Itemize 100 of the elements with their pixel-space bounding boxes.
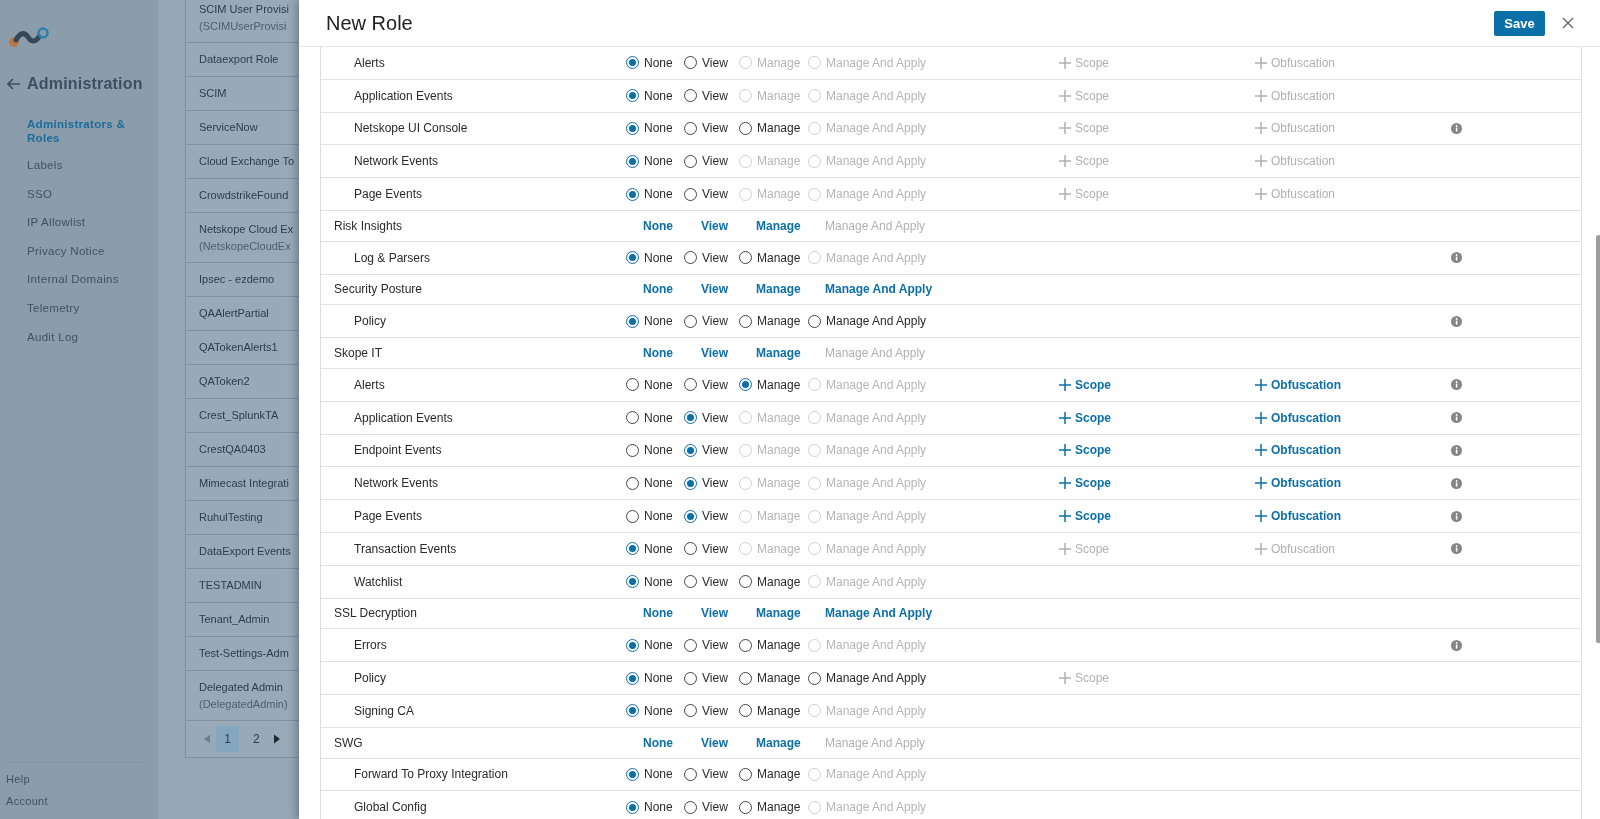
add-obfuscation-link[interactable]: Obfuscation (1255, 476, 1341, 491)
set-all-link[interactable]: None (626, 282, 673, 297)
radio-option[interactable]: View (684, 443, 728, 458)
radio-button[interactable] (684, 443, 697, 457)
radio-button[interactable] (739, 767, 752, 781)
nav-item[interactable]: IP Allowlist (27, 208, 158, 237)
role-list-item[interactable]: DataExport Events (186, 535, 298, 569)
radio-button[interactable] (626, 251, 639, 265)
radio-option[interactable]: None (626, 154, 673, 169)
radio-option[interactable]: None (626, 410, 673, 425)
page-number[interactable]: 1 (216, 726, 239, 752)
radio-option[interactable]: None (626, 638, 673, 653)
info-icon[interactable] (1451, 444, 1462, 456)
radio-option[interactable]: View (684, 574, 728, 589)
radio-option[interactable]: View (684, 187, 728, 202)
radio-option[interactable]: View (684, 377, 728, 392)
info-icon[interactable] (1451, 252, 1462, 264)
radio-button[interactable] (684, 476, 697, 490)
info-icon[interactable] (1451, 639, 1462, 651)
radio-option[interactable]: None (626, 671, 673, 686)
radio-option[interactable]: Manage (739, 671, 801, 686)
set-all-link[interactable]: Manage (739, 218, 801, 233)
radio-button[interactable] (739, 314, 752, 328)
radio-button[interactable] (626, 89, 639, 103)
radio-option[interactable]: Manage (739, 121, 801, 136)
radio-option[interactable]: None (626, 476, 673, 491)
radio-option[interactable]: None (626, 541, 673, 556)
radio-option[interactable]: View (684, 671, 728, 686)
radio-option[interactable]: View (684, 250, 728, 265)
radio-button[interactable] (684, 154, 697, 168)
add-scope-link[interactable]: Scope (1059, 377, 1111, 392)
nav-item[interactable]: Labels (27, 151, 158, 180)
role-list-item[interactable]: Delegated Admin (DelegatedAdmin) (186, 671, 298, 721)
radio-button[interactable] (626, 187, 639, 201)
radio-option[interactable]: None (626, 509, 673, 524)
set-all-link[interactable]: View (684, 346, 729, 361)
radio-button[interactable] (684, 575, 697, 589)
radio-button[interactable] (739, 671, 752, 685)
radio-button[interactable] (626, 56, 639, 70)
radio-option[interactable]: None (626, 800, 673, 815)
radio-option[interactable]: None (626, 250, 673, 265)
scrollbar-thumb[interactable] (1596, 235, 1600, 643)
role-list-item[interactable]: QATokenAlerts1 (186, 331, 298, 365)
info-icon[interactable] (1451, 379, 1462, 391)
info-icon[interactable] (1451, 477, 1462, 489)
radio-option[interactable]: Manage And Apply (808, 314, 927, 329)
radio-button[interactable] (739, 800, 752, 814)
role-list-item[interactable]: QAAlertPartial (186, 297, 298, 331)
nav-item[interactable]: Internal Domains (27, 265, 158, 294)
radio-button[interactable] (808, 314, 821, 328)
set-all-link[interactable]: View (684, 218, 729, 233)
footer-link[interactable]: Help (6, 773, 142, 785)
radio-button[interactable] (684, 187, 697, 201)
role-list-item[interactable]: Crest_SplunkTA (186, 399, 298, 433)
info-icon[interactable] (1451, 510, 1462, 522)
radio-option[interactable]: None (626, 88, 673, 103)
role-list-item[interactable]: CrestQA0403 (186, 433, 298, 467)
role-list-item[interactable]: Mimecast Integrati (186, 467, 298, 501)
radio-button[interactable] (626, 411, 639, 425)
info-icon[interactable] (1451, 315, 1462, 327)
add-scope-link[interactable]: Scope (1059, 476, 1111, 491)
radio-button[interactable] (684, 122, 697, 135)
radio-option[interactable]: View (684, 121, 728, 136)
footer-link[interactable]: Account (6, 795, 142, 807)
radio-option[interactable]: View (684, 410, 728, 425)
radio-option[interactable]: View (684, 154, 728, 169)
radio-button[interactable] (626, 509, 639, 523)
radio-button[interactable] (684, 378, 697, 392)
radio-option[interactable]: Manage And Apply (808, 671, 927, 686)
role-list-item[interactable]: Cloud Exchange To (186, 145, 298, 179)
role-list-item[interactable]: CrowdstrikeFound (186, 179, 298, 213)
set-all-link[interactable]: None (626, 606, 673, 621)
set-all-link[interactable]: None (626, 346, 673, 361)
radio-option[interactable]: View (684, 509, 728, 524)
radio-button[interactable] (626, 704, 639, 718)
radio-option[interactable]: Manage (739, 767, 801, 782)
role-list-item[interactable]: ServiceNow (186, 111, 298, 145)
radio-option[interactable]: None (626, 703, 673, 718)
page-number[interactable]: 2 (245, 726, 268, 752)
role-list-item[interactable]: QAToken2 (186, 365, 298, 399)
role-list-item[interactable]: Tenant_Admin (186, 603, 298, 637)
radio-button[interactable] (684, 509, 697, 523)
role-list-item[interactable]: SCIM (186, 77, 298, 111)
radio-button[interactable] (739, 575, 752, 589)
set-all-link[interactable]: None (626, 735, 673, 750)
radio-button[interactable] (626, 443, 639, 457)
set-all-link[interactable]: Manage (739, 282, 801, 297)
radio-button[interactable] (739, 378, 752, 392)
radio-button[interactable] (684, 411, 697, 425)
radio-button[interactable] (684, 671, 697, 685)
radio-button[interactable] (626, 476, 639, 490)
radio-option[interactable]: Manage (739, 638, 801, 653)
radio-option[interactable]: None (626, 314, 673, 329)
add-scope-link[interactable]: Scope (1059, 509, 1111, 524)
radio-option[interactable]: View (684, 638, 728, 653)
radio-option[interactable]: Manage (739, 314, 801, 329)
radio-option[interactable]: None (626, 574, 673, 589)
set-all-link[interactable]: View (684, 282, 729, 297)
nav-item[interactable]: Privacy Notice (27, 236, 158, 266)
add-scope-link[interactable]: Scope (1059, 410, 1111, 425)
